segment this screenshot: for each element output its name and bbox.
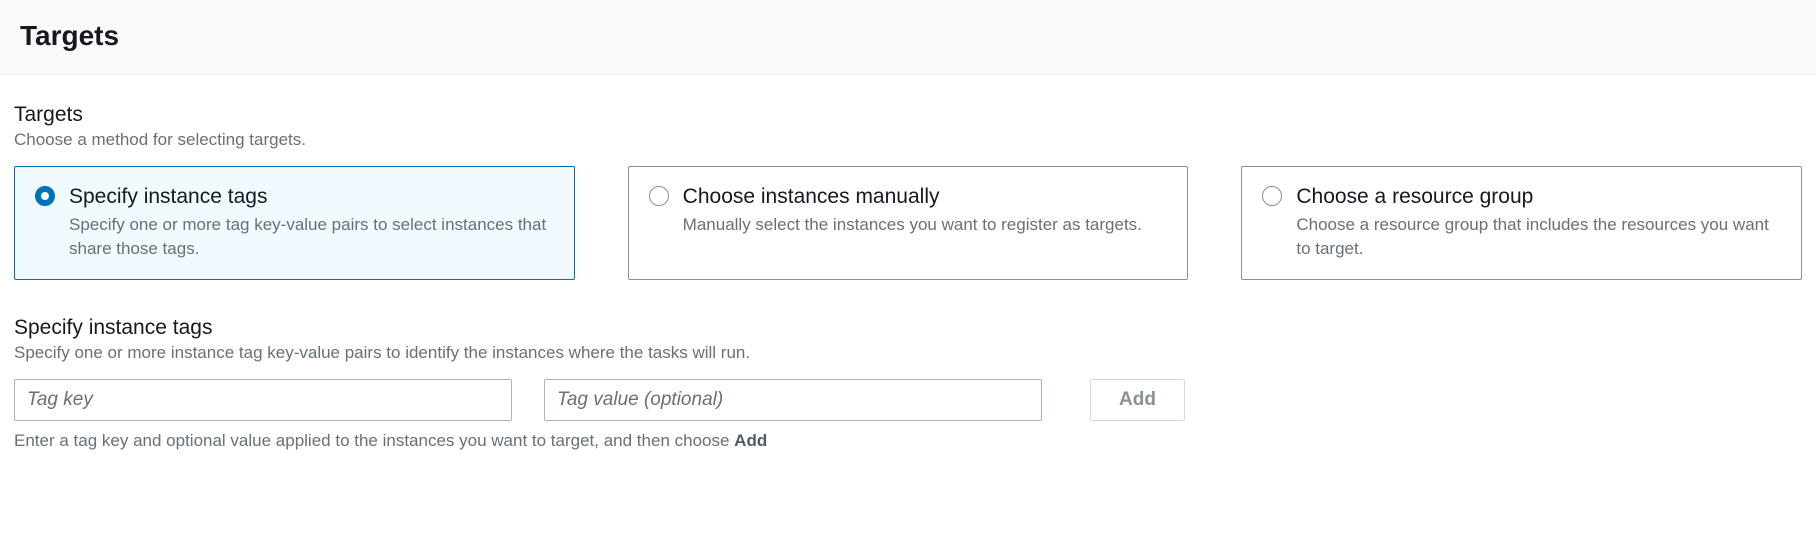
radio-tile-specify-instance-tags[interactable]: Specify instance tags Specify one or mor… (14, 166, 575, 280)
radio-tile-description: Manually select the instances you want t… (683, 213, 1168, 237)
add-button[interactable]: Add (1090, 379, 1185, 421)
radio-tile-content: Choose a resource group Choose a resourc… (1296, 183, 1781, 261)
radio-icon (649, 186, 669, 206)
hint-prefix: Enter a tag key and optional value appli… (14, 431, 734, 450)
radio-tile-choose-resource-group[interactable]: Choose a resource group Choose a resourc… (1241, 166, 1802, 280)
radio-tile-title: Choose a resource group (1296, 183, 1781, 211)
tags-section-label: Specify instance tags (14, 316, 1802, 340)
page-header: Targets (0, 0, 1816, 75)
tags-section-description: Specify one or more instance tag key-val… (14, 343, 1802, 363)
radio-icon (1262, 186, 1282, 206)
content: Targets Choose a method for selecting ta… (0, 75, 1816, 471)
radio-icon (35, 186, 55, 206)
target-method-radio-group: Specify instance tags Specify one or mor… (14, 166, 1802, 280)
targets-section-label: Targets (14, 103, 1802, 127)
hint-strong: Add (734, 431, 767, 450)
tag-key-input[interactable] (14, 379, 512, 421)
radio-tile-description: Specify one or more tag key-value pairs … (69, 213, 554, 261)
radio-tile-title: Specify instance tags (69, 183, 554, 211)
tag-value-input[interactable] (544, 379, 1042, 421)
tags-hint-text: Enter a tag key and optional value appli… (14, 431, 1802, 451)
tags-input-row: Add (14, 379, 1802, 421)
targets-section-description: Choose a method for selecting targets. (14, 130, 1802, 150)
radio-tile-content: Specify instance tags Specify one or mor… (69, 183, 554, 261)
radio-tile-content: Choose instances manually Manually selec… (683, 183, 1168, 237)
page-title: Targets (20, 20, 1796, 52)
add-button-wrap: Add (1090, 379, 1185, 421)
radio-tile-title: Choose instances manually (683, 183, 1168, 211)
radio-tile-description: Choose a resource group that includes th… (1296, 213, 1781, 261)
radio-tile-choose-instances-manually[interactable]: Choose instances manually Manually selec… (628, 166, 1189, 280)
